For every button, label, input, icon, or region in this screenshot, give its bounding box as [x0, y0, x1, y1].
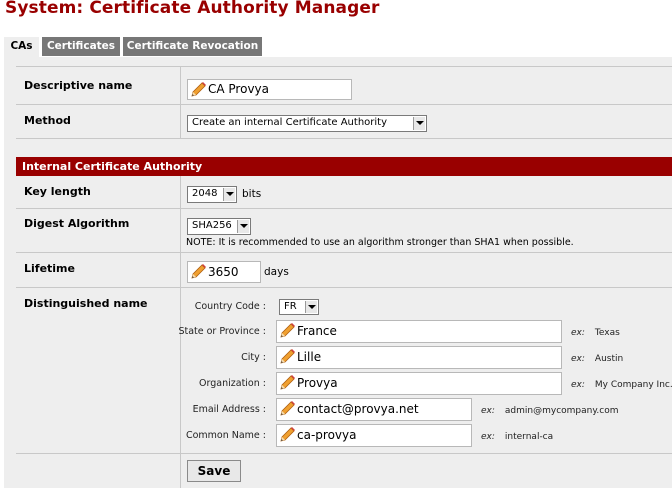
state-example-prefix: ex:	[571, 328, 585, 338]
common-name-label: Common Name :	[185, 430, 266, 441]
state-value: France	[297, 324, 337, 338]
key-length-value: 2048	[192, 188, 218, 199]
digest-algorithm-select[interactable]: SHA256	[187, 218, 251, 235]
chevron-down-icon	[237, 220, 249, 233]
save-button[interactable]: Save	[187, 460, 241, 482]
pencil-icon	[280, 323, 295, 338]
email-value: contact@provya.net	[297, 402, 419, 416]
organization-value: Provya	[297, 376, 338, 390]
organization-input[interactable]: Provya	[276, 372, 562, 395]
divider	[180, 67, 181, 138]
city-example-prefix: ex:	[571, 354, 585, 364]
lifetime-unit: days	[264, 266, 289, 278]
city-label: City :	[241, 352, 266, 363]
country-code-value: FR	[284, 301, 297, 312]
divider	[16, 138, 672, 139]
chevron-down-icon	[413, 117, 425, 130]
section-header-internal-ca: Internal Certificate Authority	[16, 157, 672, 176]
pencil-icon	[191, 82, 206, 97]
divider	[16, 66, 672, 67]
chevron-down-icon	[305, 301, 317, 313]
lifetime-label: Lifetime	[24, 262, 75, 275]
pencil-icon	[280, 375, 295, 390]
city-value: Lille	[297, 350, 322, 364]
email-example: ex: admin@mycompany.com	[481, 406, 618, 416]
digest-algorithm-note: NOTE: It is recommended to use an algori…	[186, 237, 574, 248]
tab-certificates[interactable]: Certificates	[42, 37, 120, 56]
pencil-icon	[280, 401, 295, 416]
common-name-value: ca-provya	[297, 428, 357, 442]
common-name-example: ex: internal-ca	[481, 432, 553, 442]
city-example-text: Austin	[594, 354, 624, 364]
digest-algorithm-label: Digest Algorithm	[24, 217, 130, 230]
key-length-unit: bits	[242, 188, 262, 200]
descriptive-name-label: Descriptive name	[24, 79, 133, 92]
common-name-input[interactable]: ca-provya	[276, 424, 472, 447]
state-example-text: Texas	[594, 328, 620, 338]
state-label: State or Province :	[178, 326, 266, 337]
country-code-label: Country Code :	[194, 301, 266, 312]
organization-example: ex: My Company Inc.	[571, 380, 672, 390]
method-select[interactable]: Create an internal Certificate Authority	[187, 115, 427, 132]
country-code-select[interactable]: FR	[279, 299, 319, 315]
lifetime-input[interactable]: 3650	[187, 261, 261, 283]
lifetime-value: 3650	[208, 265, 239, 279]
organization-example-prefix: ex:	[571, 380, 585, 390]
ca-form-panel: Descriptive name CA Provya Method Create…	[4, 57, 672, 488]
state-example: ex: Texas	[571, 328, 620, 338]
organization-example-text: My Company Inc.	[594, 380, 672, 390]
key-length-select[interactable]: 2048	[187, 186, 237, 203]
method-label: Method	[24, 114, 71, 127]
distinguished-name-label: Distinguished name	[24, 297, 148, 310]
email-example-text: admin@mycompany.com	[504, 406, 619, 416]
city-input[interactable]: Lille	[276, 346, 562, 369]
common-name-example-prefix: ex:	[481, 432, 495, 442]
divider	[16, 252, 672, 253]
divider	[16, 287, 672, 288]
tab-cas[interactable]: CAs	[4, 37, 39, 58]
city-example: ex: Austin	[571, 354, 623, 364]
pencil-icon	[280, 349, 295, 364]
email-label: Email Address :	[192, 404, 266, 415]
descriptive-name-input[interactable]: CA Provya	[187, 79, 352, 100]
divider	[16, 453, 672, 454]
common-name-example-text: internal-ca	[504, 432, 554, 442]
organization-label: Organization :	[199, 378, 266, 389]
divider	[16, 104, 672, 105]
key-length-label: Key length	[24, 185, 91, 198]
divider	[16, 208, 672, 209]
email-example-prefix: ex:	[481, 406, 495, 416]
chevron-down-icon	[223, 188, 235, 201]
page-title: System: Certificate Authority Manager	[5, 0, 380, 18]
method-select-value: Create an internal Certificate Authority	[192, 117, 388, 128]
digest-algorithm-value: SHA256	[192, 220, 232, 231]
state-input[interactable]: France	[276, 320, 562, 343]
descriptive-name-value: CA Provya	[208, 82, 269, 96]
email-input[interactable]: contact@provya.net	[276, 398, 472, 421]
pencil-icon	[191, 264, 206, 279]
pencil-icon	[280, 427, 295, 442]
tab-certificate-revocation[interactable]: Certificate Revocation	[123, 37, 262, 56]
